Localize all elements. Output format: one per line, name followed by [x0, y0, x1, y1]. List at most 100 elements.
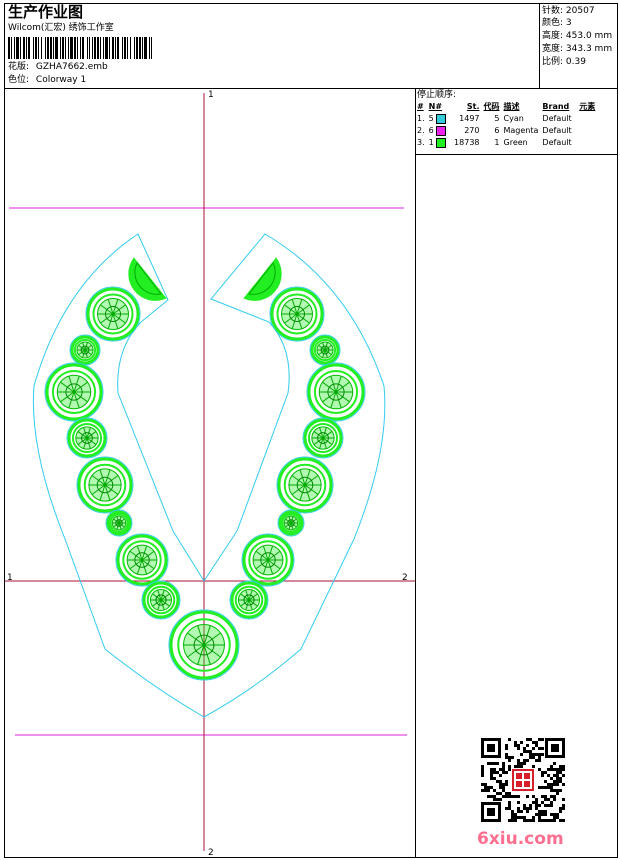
design-file-row: 花版: GZHA7662.emb — [8, 62, 108, 73]
spec-row: 宽度: 343.3 mm — [542, 44, 612, 55]
brand: Default — [542, 138, 572, 147]
spec-row: 针数: 20507 — [542, 6, 595, 17]
colorway-name: Colorway 1 — [35, 75, 87, 85]
medallion-motif — [141, 580, 181, 620]
guide-marker-left: 1 — [7, 573, 13, 583]
barcode-bar — [45, 37, 46, 59]
barcode-bar — [77, 37, 78, 59]
barcode-bar — [65, 37, 66, 59]
spec-value: 3 — [565, 18, 572, 28]
brand: Default — [542, 114, 572, 123]
barcode-bar — [97, 37, 99, 59]
needle-number: 1 — [428, 138, 434, 147]
barcode-bar — [130, 37, 131, 59]
stitch-count: 18738 — [454, 138, 480, 147]
barcode-bar — [8, 37, 10, 59]
row-index: 2. — [417, 126, 425, 135]
watermark-logo: 6xiu.com — [477, 829, 564, 849]
col-header: N# — [428, 102, 443, 111]
spec-label: 比例: — [542, 57, 564, 67]
barcode-bar — [68, 37, 69, 59]
colorway-label: 色位: — [8, 75, 30, 85]
brand: Default — [542, 126, 572, 135]
col-header: 代码 — [483, 102, 500, 111]
medallion-group — [44, 286, 366, 681]
needle-number: 6 — [428, 126, 434, 135]
design-label: 花版: — [8, 62, 30, 72]
spec-value: 20507 — [565, 6, 595, 16]
barcode — [8, 37, 152, 59]
barcode-bar — [53, 37, 54, 59]
fan-motif-left — [128, 257, 167, 301]
color-code: 6 — [494, 126, 500, 135]
medallion-motif — [69, 334, 101, 366]
barcode-bar — [26, 37, 27, 59]
spec-value: 0.39 — [565, 57, 586, 67]
spec-label: 颜色: — [542, 18, 564, 28]
barcode-bar — [23, 37, 25, 59]
color-desc: Magenta — [503, 126, 539, 135]
specs-divider — [539, 3, 540, 89]
medallion-motif — [44, 362, 104, 422]
medallion-motif — [309, 334, 341, 366]
barcode-bar — [124, 37, 126, 59]
color-swatch — [436, 125, 447, 136]
medallion-motif — [105, 509, 133, 537]
spec-label: 宽度: — [542, 44, 564, 54]
seal-stamp-icon — [512, 769, 534, 791]
barcode-bar — [28, 37, 30, 59]
colorway-row: 色位: Colorway 1 — [8, 75, 86, 86]
barcode-bar — [117, 37, 119, 59]
barcode-bar — [94, 37, 96, 59]
stop-table-bottom — [415, 154, 618, 155]
stitch-count: 1497 — [459, 114, 480, 123]
embroidery-design-preview: 1 2 1 2 — [5, 90, 415, 857]
barcode-bar — [92, 37, 93, 59]
spec-row: 颜色: 3 — [542, 18, 572, 29]
barcode-bar — [62, 37, 64, 59]
spec-row: 比例: 0.39 — [542, 57, 586, 68]
barcode-bar — [115, 37, 116, 59]
barcode-bar — [105, 37, 108, 59]
color-swatch — [436, 113, 447, 124]
medallion-motif — [302, 417, 344, 459]
spec-row: 高度: 453.0 mm — [542, 31, 612, 42]
barcode-bar — [100, 37, 101, 59]
medallion-motif — [276, 456, 334, 514]
barcode-bar — [70, 37, 73, 59]
barcode-bar — [136, 37, 138, 59]
medallion-motif — [269, 286, 325, 342]
table-row: 2. 6 270 6 Magenta Default — [415, 125, 597, 137]
barcode-bar — [109, 37, 110, 59]
fan-motif-right — [243, 257, 282, 301]
col-header: St. — [466, 102, 480, 111]
barcode-bar — [33, 37, 34, 59]
spec-label: 针数: — [542, 6, 564, 16]
barcode-bar — [35, 37, 37, 59]
barcode-bar — [38, 37, 39, 59]
color-code: 1 — [494, 138, 500, 147]
col-header: # — [417, 102, 424, 111]
barcode-bar — [14, 37, 15, 59]
barcode-bar — [112, 37, 114, 59]
barcode-bar — [11, 37, 12, 59]
barcode-bar — [80, 37, 81, 59]
barcode-bar — [87, 37, 88, 59]
color-desc: Cyan — [503, 114, 524, 123]
barcode-bar — [74, 37, 76, 59]
col-header: Brand — [542, 102, 570, 111]
medallion-motif — [115, 533, 169, 587]
company-name: Wilcom(汇宏) 绣饰工作室 — [8, 23, 114, 33]
stitch-count: 270 — [464, 126, 480, 135]
row-index: 3. — [417, 138, 425, 147]
table-row: 3. 1 18738 1 Green Default — [415, 137, 597, 149]
barcode-bar — [103, 37, 104, 59]
needle-number: 5 — [428, 114, 434, 123]
barcode-bar — [20, 37, 21, 59]
barcode-bar — [16, 37, 19, 59]
page-title: 生产作业图 — [8, 3, 84, 21]
design-file-name: GZHA7662.emb — [35, 62, 108, 72]
barcode-bar — [151, 37, 152, 59]
barcode-bar — [89, 37, 90, 59]
barcode-bar — [50, 37, 52, 59]
